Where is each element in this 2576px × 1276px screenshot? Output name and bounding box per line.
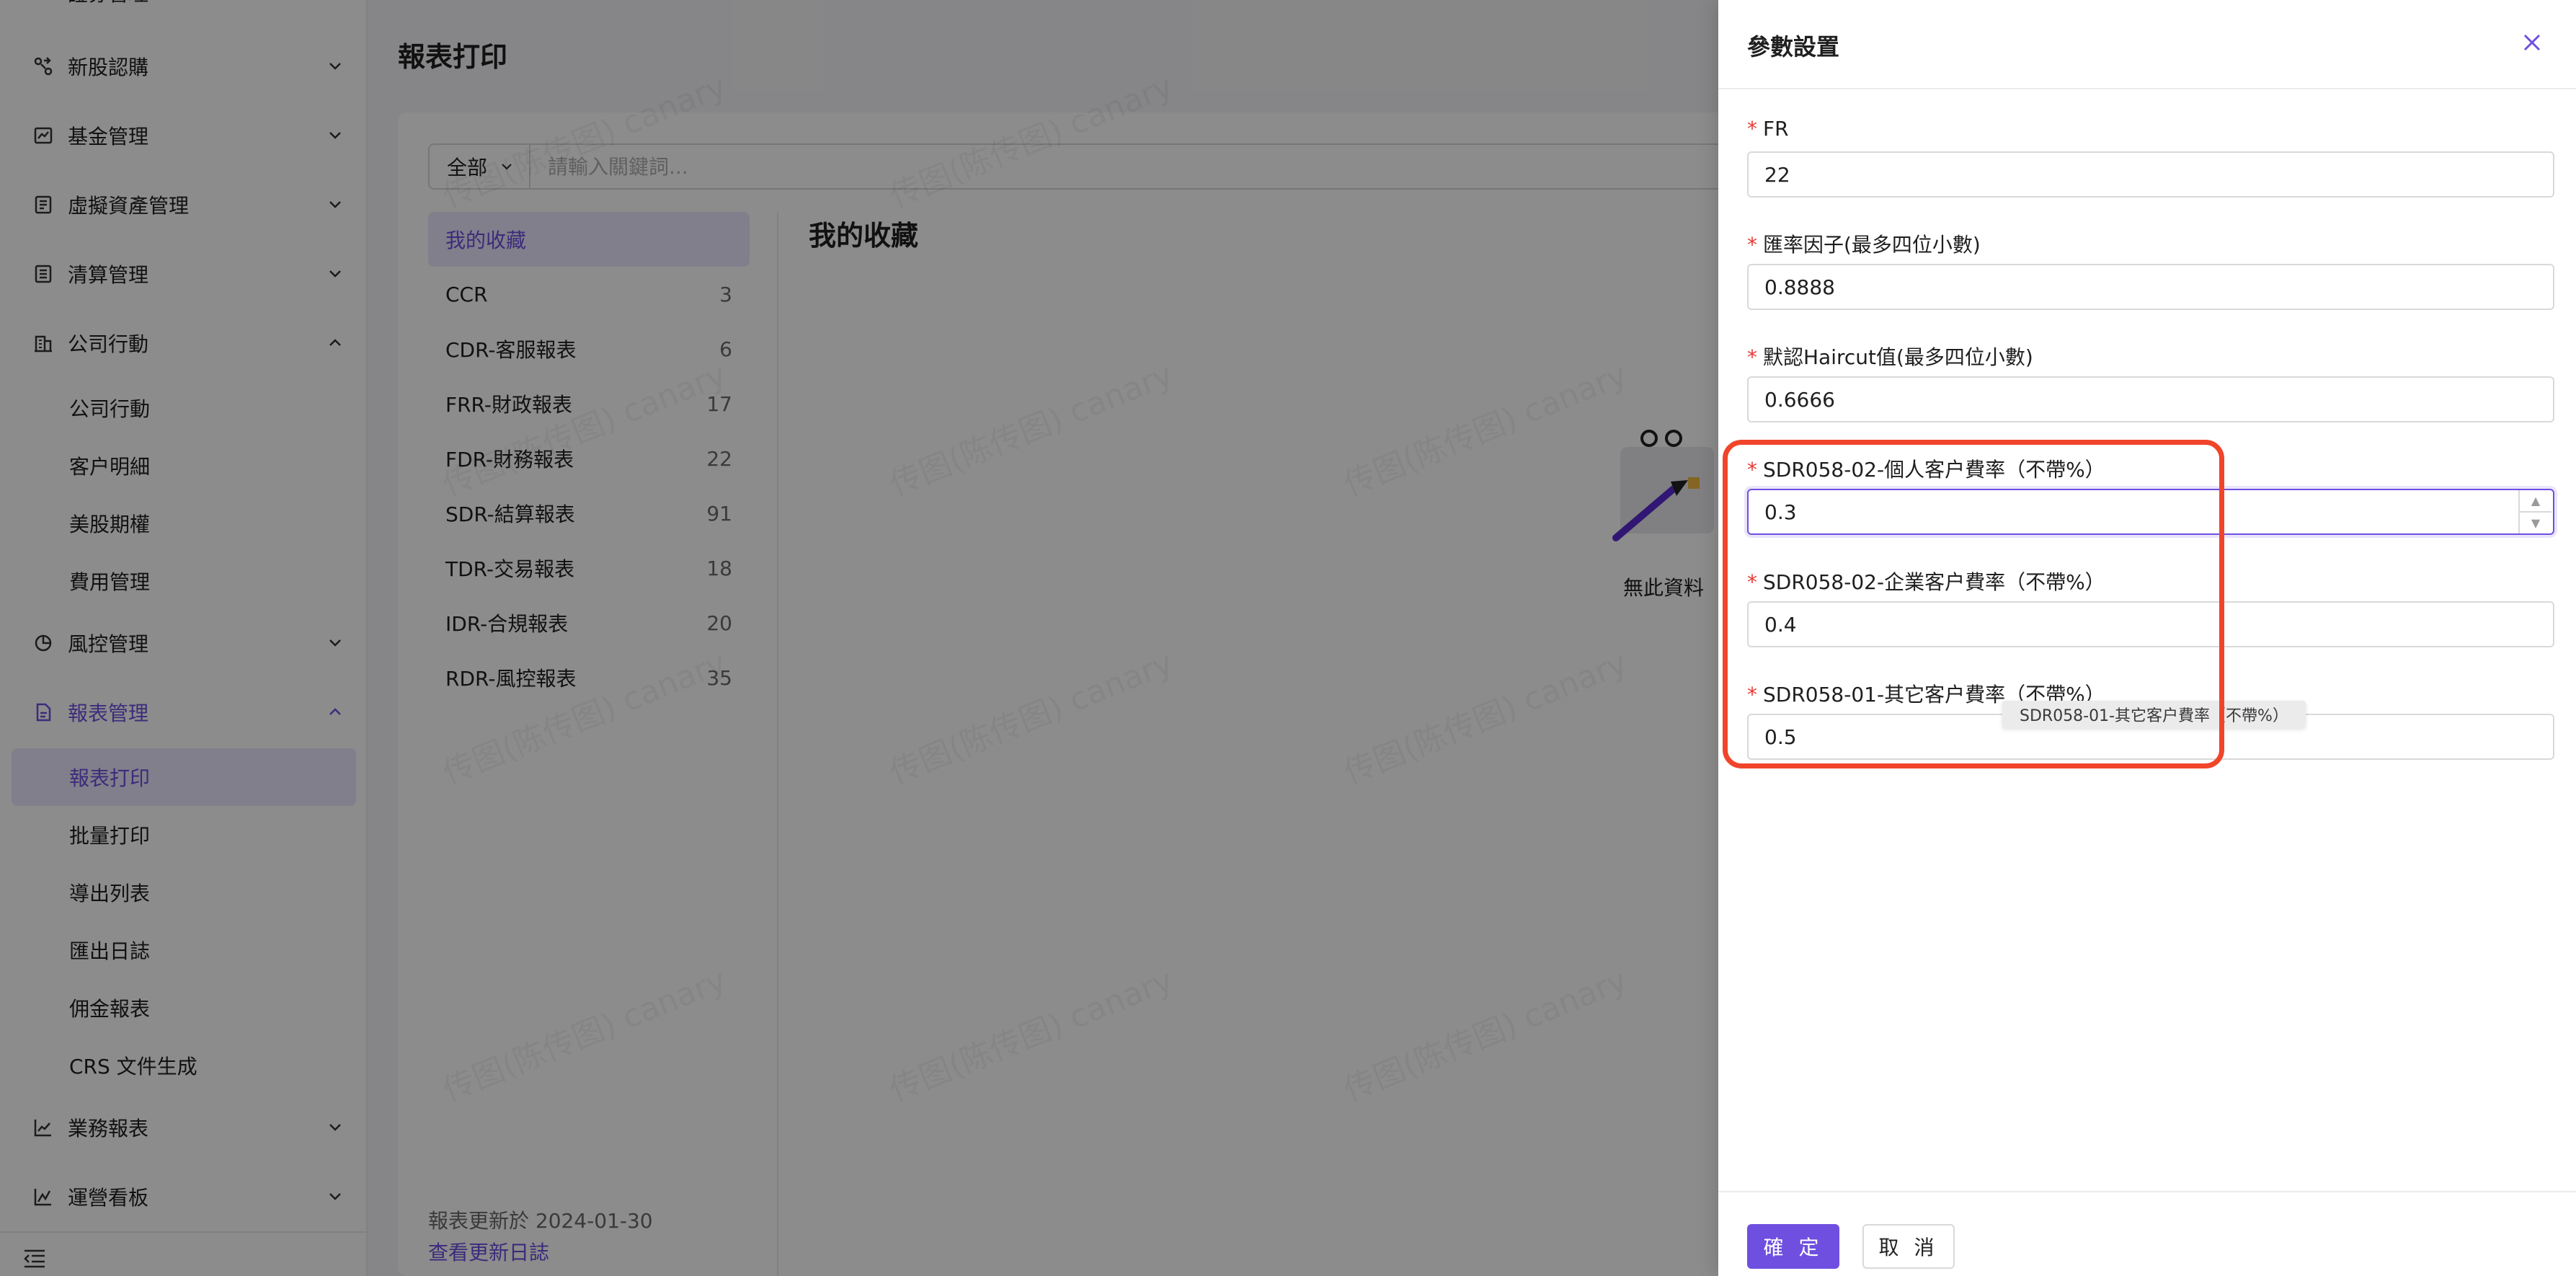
required-mark: * [1747,345,1757,369]
field-label-text: 默認Haircut值(最多四位小數) [1763,345,2033,369]
field-label-corporate-rate: * SDR058-02-企業客户費率（不帶%） [1747,567,2105,595]
field-label-individual-rate: * SDR058-02-個人客户費率（不帶%） [1747,454,2105,483]
number-stepper[interactable]: ▲ ▼ [2518,490,2551,533]
drawer-header: 參數設置 [1718,0,2576,89]
settings-drawer: 參數設置 *FR *匯率因子(最多四位小數) *默認Haircut值(最多四位小… [1718,0,2576,1276]
stepper-up-icon[interactable]: ▲ [2520,490,2551,513]
required-mark: * [1747,570,1757,594]
field-label-text: FR [1763,117,1789,141]
cancel-button[interactable]: 取 消 [1862,1224,1955,1269]
required-mark: * [1747,683,1757,706]
stepper-down-icon[interactable]: ▼ [2520,513,2551,533]
close-icon[interactable] [2521,32,2543,53]
field-label-text: SDR058-02-企業客户費率（不帶%） [1763,570,2105,594]
drawer-title: 參數設置 [1747,33,1840,61]
modal-mask[interactable] [0,0,1718,1276]
fx-factor-input[interactable] [1747,264,2554,310]
field-label-text: 匯率因子(最多四位小數) [1763,233,1981,257]
individual-rate-input[interactable] [1747,489,2554,535]
field-tooltip: SDR058-01-其它客户費率（不帶%） [2002,701,2306,728]
drawer-footer: 確 定 取 消 [1718,1191,2576,1276]
field-label-haircut: * 默認Haircut值(最多四位小數) [1747,342,2033,371]
required-mark: * [1747,458,1757,482]
haircut-input[interactable] [1747,376,2554,422]
field-label-fr: * FR [1747,117,1789,141]
fr-input[interactable] [1747,151,2554,198]
field-label-fx-factor: * 匯率因子(最多四位小數) [1747,229,1981,258]
required-mark: * [1747,117,1757,141]
required-mark: * [1747,233,1757,257]
corporate-rate-input[interactable] [1747,601,2554,647]
app-root: 證券管理 新股認購 基金管理 虛擬資產管理 [0,0,2576,1276]
field-label-text: SDR058-02-個人客户費率（不帶%） [1763,458,2105,482]
confirm-button[interactable]: 確 定 [1747,1224,1839,1269]
